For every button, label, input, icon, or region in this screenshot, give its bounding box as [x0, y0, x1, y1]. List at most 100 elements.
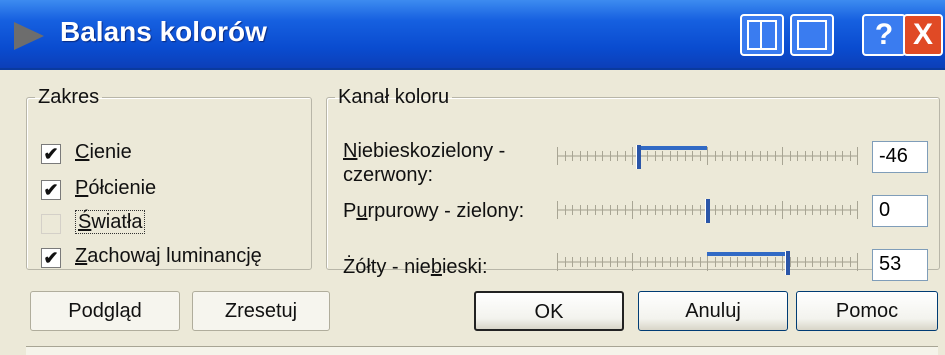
range-legend: Zakres [38, 86, 100, 108]
slider-tick [827, 151, 828, 161]
single-view-button[interactable] [790, 14, 834, 56]
slider-tick [594, 151, 596, 161]
slider-tick [729, 205, 731, 215]
slider-tick [632, 253, 633, 271]
slider-tick [744, 151, 746, 161]
slider-tick [774, 151, 776, 161]
slider-tick [594, 257, 596, 267]
slider-tick [699, 205, 701, 215]
checkbox-box[interactable]: ✔ [41, 248, 61, 268]
slider-tick [812, 151, 813, 161]
slider-tick [699, 151, 701, 161]
slider-tick [684, 151, 686, 161]
slider-tick [834, 205, 836, 215]
slider-tick [654, 257, 656, 267]
slider-tick [579, 151, 581, 161]
slider-tick [572, 151, 573, 161]
checkbox-label: Cienie [75, 141, 132, 163]
magenta-green-label: Purpurowy - zielony: [343, 200, 525, 222]
magenta-green-value[interactable]: 0 [872, 195, 928, 227]
color-channel-group: Kanał koloru Niebieskozielony - czerwony… [326, 86, 940, 281]
slider-tick [714, 151, 716, 161]
slider-thumb[interactable] [636, 145, 641, 169]
slider-tick [789, 257, 791, 267]
slider-tick [737, 151, 738, 161]
close-button[interactable]: X [903, 14, 943, 56]
slider-tick [624, 257, 626, 267]
slider-thumb[interactable] [705, 199, 710, 223]
slider-tick [752, 151, 753, 161]
yellow-blue-label: Żółty - niebieski: [343, 256, 488, 278]
slider-tick [804, 151, 806, 161]
checkbox-label: Światła [75, 210, 146, 234]
slider-tick [669, 257, 671, 267]
preview-button[interactable]: Podgląd [30, 291, 180, 331]
slider-fill [707, 252, 787, 256]
slider-tick [834, 257, 836, 267]
title-bar[interactable]: Balans kolorów ? X [0, 0, 945, 70]
slider-tick [684, 205, 686, 215]
slider-tick [774, 257, 776, 267]
checkbox-box[interactable]: ✔ [41, 144, 61, 164]
slider-tick [834, 151, 836, 161]
slider-tick [827, 205, 828, 215]
slider-tick [662, 151, 663, 161]
slider-tick [819, 205, 821, 215]
magenta-green-slider[interactable] [557, 197, 858, 223]
ok-button[interactable]: OK [474, 291, 624, 331]
slider-tick [624, 205, 626, 215]
slider-thumb[interactable] [784, 251, 790, 275]
cancel-button[interactable]: Anuluj [638, 291, 788, 331]
slider-tick [812, 205, 813, 215]
slider-tick [797, 151, 798, 161]
slider-tick [692, 205, 693, 215]
slider-tick [602, 205, 603, 215]
slider-tick [722, 151, 723, 161]
slider-tick [789, 151, 791, 161]
help-button[interactable]: Pomoc [796, 291, 938, 331]
slider-tick [707, 147, 708, 165]
slider-tick [729, 257, 731, 267]
slider-tick [639, 205, 641, 215]
split-view-button[interactable] [740, 14, 784, 56]
slider-tick [849, 257, 851, 267]
slider-tick [669, 151, 671, 161]
help-title-button[interactable]: ? [862, 14, 906, 56]
slider-tick [744, 257, 746, 267]
slider-tick [714, 205, 716, 215]
checkbox-box[interactable] [41, 214, 61, 234]
channel-legend: Kanał koloru [338, 86, 450, 108]
slider-tick [557, 147, 558, 165]
slider-tick [579, 205, 581, 215]
slider-tick [594, 205, 596, 215]
slider-tick [609, 257, 611, 267]
reset-button[interactable]: Zresetuj [192, 291, 330, 331]
slider-tick [564, 205, 566, 215]
slider-fill [638, 146, 707, 150]
slider-tick [564, 257, 566, 267]
slider-tick [797, 257, 798, 267]
cyan-red-slider[interactable] [557, 143, 858, 169]
slider-tick [767, 257, 768, 267]
checkbox-box[interactable]: ✔ [41, 180, 61, 200]
slider-tick [647, 151, 648, 161]
slider-tick [857, 201, 858, 219]
checkbox-label: Półcienie [75, 177, 157, 199]
slider-tick [767, 151, 768, 161]
slider-tick [819, 257, 821, 267]
slider-tick [602, 257, 603, 267]
slider-tick [564, 151, 566, 161]
yellow-blue-slider[interactable] [557, 249, 858, 275]
slider-tick [714, 257, 716, 267]
yellow-blue-value[interactable]: 53 [872, 249, 928, 281]
slider-tick [789, 205, 791, 215]
slider-tick [624, 151, 626, 161]
slider-tick [609, 151, 611, 161]
slider-tick [699, 257, 701, 267]
slider-tick [647, 257, 648, 267]
slider-tick [647, 205, 648, 215]
slider-tick [587, 257, 588, 267]
cyan-red-value[interactable]: -46 [872, 141, 928, 173]
slider-tick [797, 205, 798, 215]
slider-tick [857, 147, 858, 165]
